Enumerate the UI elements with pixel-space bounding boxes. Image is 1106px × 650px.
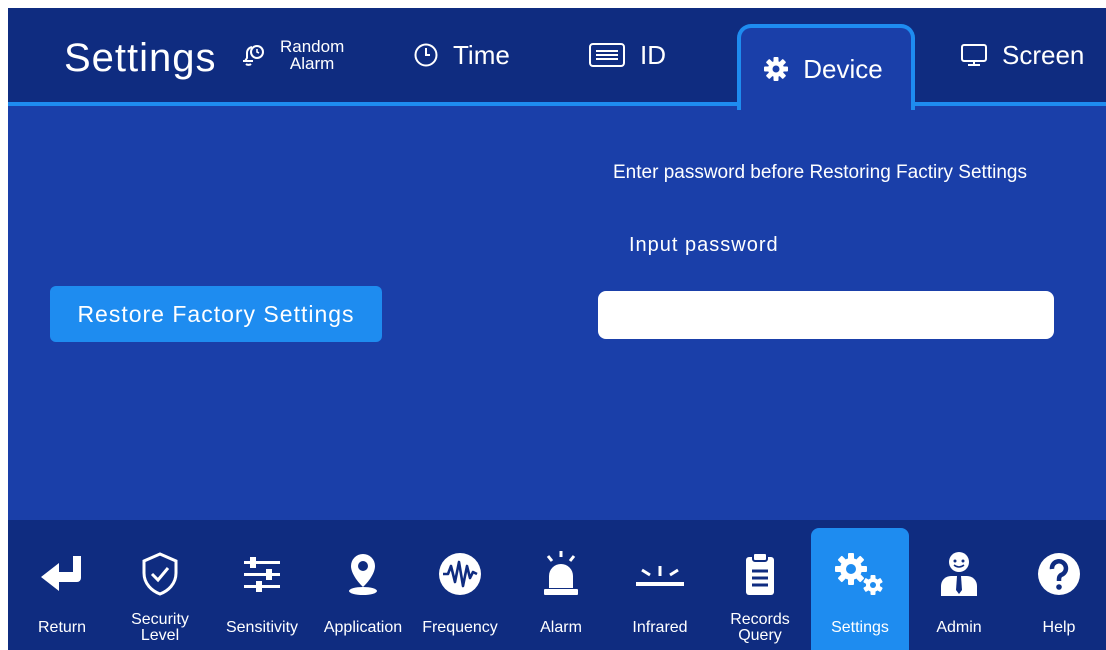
infrared-icon xyxy=(636,566,684,586)
waveform-icon xyxy=(439,553,481,595)
nav-alarm-label: Alarm xyxy=(540,619,582,636)
nav-settings-label: Settings xyxy=(831,619,889,636)
nav-return-label: Return xyxy=(37,619,87,636)
nav-security-level[interactable]: Security Level xyxy=(111,520,209,650)
nav-records-query-label: Records Query xyxy=(730,611,790,644)
tab-device-label: Device xyxy=(803,53,883,84)
settings-screen: Settings Random Alarm Time ID Device Scr… xyxy=(8,8,1106,650)
clipboard-icon xyxy=(746,552,774,595)
nav-help-label: Help xyxy=(1042,619,1076,636)
nav-return[interactable]: Return xyxy=(13,520,111,650)
siren-icon xyxy=(544,551,578,595)
page-title: Settings xyxy=(64,36,217,80)
location-pin-icon xyxy=(349,554,377,595)
gear-icon xyxy=(764,57,789,81)
nav-infrared-label: Infrared xyxy=(632,619,688,636)
nav-infrared[interactable]: Infrared xyxy=(611,520,709,650)
clock-icon xyxy=(414,43,438,67)
id-card-icon xyxy=(589,43,625,67)
sliders-icon xyxy=(244,557,280,592)
tab-screen[interactable]: Screen xyxy=(960,8,1084,102)
tab-device[interactable]: Device xyxy=(737,24,915,110)
help-icon xyxy=(1038,553,1080,595)
password-notice: Enter password before Restoring Factiry … xyxy=(613,162,1027,183)
nav-frequency-label: Frequency xyxy=(422,619,498,636)
nav-application-label: Application xyxy=(323,619,403,636)
nav-security-level-label: Security Level xyxy=(131,611,189,644)
nav-admin[interactable]: Admin xyxy=(910,520,1008,650)
gears-icon xyxy=(835,553,883,595)
tab-random-alarm-label: Random Alarm xyxy=(280,37,345,73)
nav-frequency[interactable]: Frequency xyxy=(411,520,509,650)
nav-sensitivity[interactable]: Sensitivity xyxy=(213,520,311,650)
password-label: Input password xyxy=(629,234,779,256)
shield-check-icon xyxy=(142,552,178,596)
monitor-icon xyxy=(961,44,987,66)
tab-id[interactable]: ID xyxy=(588,8,666,102)
nav-application[interactable]: Application xyxy=(314,520,412,650)
nav-alarm[interactable]: Alarm xyxy=(512,520,610,650)
bottom-nav-bar: Return Security Level Sensitivity Applic… xyxy=(8,520,1106,650)
nav-help[interactable]: Help xyxy=(1010,520,1106,650)
nav-records-query[interactable]: Records Query xyxy=(711,520,809,650)
return-arrow-icon xyxy=(41,556,81,591)
alarm-bell-icon xyxy=(243,45,264,66)
tab-time-label: Time xyxy=(453,39,510,70)
nav-sensitivity-label: Sensitivity xyxy=(225,619,299,636)
tab-random-alarm[interactable]: Random Alarm xyxy=(240,8,344,102)
tab-id-label: ID xyxy=(640,39,666,70)
admin-person-icon xyxy=(941,552,977,596)
header-bar: Settings Random Alarm Time ID Device Scr… xyxy=(8,8,1106,110)
nav-settings[interactable]: Settings xyxy=(811,528,909,650)
tab-time[interactable]: Time xyxy=(413,8,510,102)
password-input[interactable] xyxy=(598,291,1054,339)
restore-factory-settings-button[interactable]: Restore Factory Settings xyxy=(50,286,382,342)
nav-admin-label: Admin xyxy=(936,619,982,636)
tab-screen-label: Screen xyxy=(1002,39,1085,70)
